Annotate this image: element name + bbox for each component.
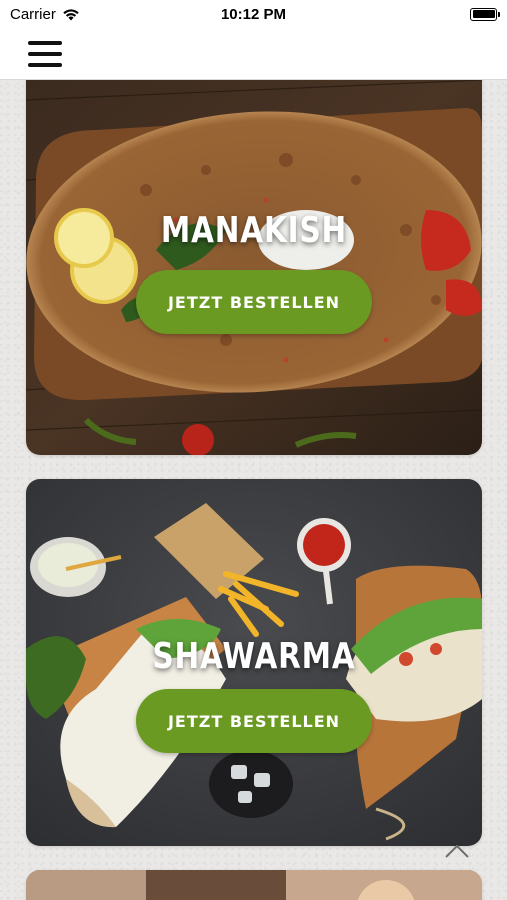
chevron-up-icon[interactable]	[444, 842, 470, 860]
status-time: 10:12 PM	[220, 5, 287, 23]
next-item-image	[26, 870, 482, 900]
hamburger-menu-icon[interactable]	[28, 40, 62, 67]
manakish-image	[26, 60, 482, 455]
wifi-icon	[63, 8, 79, 20]
status-right	[337, 7, 500, 21]
menu-card-manakish[interactable]: MANAKISH JETZT BESTELLEN	[26, 60, 482, 455]
order-button-shawarma[interactable]: JETZT BESTELLEN	[136, 689, 372, 753]
menu-card-next[interactable]	[26, 870, 482, 900]
nav-bar	[0, 28, 507, 80]
menu-card-shawarma[interactable]: SHAWARMA JETZT BESTELLEN	[26, 479, 482, 846]
card-title-manakish: MANAKISH	[160, 210, 348, 251]
carrier-label: Carrier	[10, 5, 56, 23]
order-button-manakish[interactable]: JETZT BESTELLEN	[136, 270, 372, 334]
card-title-shawarma: SHAWARMA	[152, 636, 356, 677]
status-bar: Carrier 10:12 PM	[0, 0, 507, 28]
battery-icon	[470, 7, 500, 21]
status-left: Carrier	[10, 6, 170, 23]
